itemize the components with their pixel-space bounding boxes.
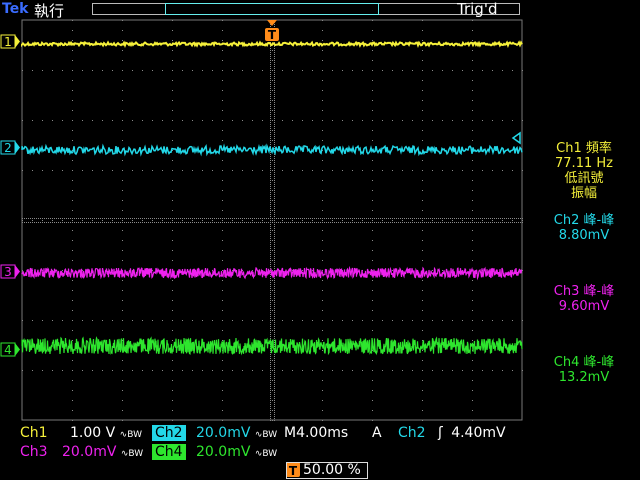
measurement-ch1-frequency: Ch1 頻率 77.11 Hz 低訊號 振幅 [528, 141, 640, 201]
channel-1-marker[interactable]: 1 [0, 34, 20, 49]
timebase-value: M4.00ms [284, 425, 349, 441]
measurement-ch2-peak-to-peak: Ch2 峰-峰 8.80mV [528, 213, 640, 243]
measurement-ch4-peak-to-peak: Ch4 峰-峰 13.2mV [528, 355, 640, 385]
scale-value: 1.00 V [70, 425, 116, 441]
measurement-value: 13.2mV [558, 370, 610, 385]
measurement-label: Ch4 峰-峰 [553, 355, 615, 370]
trigger-marker-label: T [268, 28, 277, 42]
channel-1-trace [21, 40, 523, 48]
trigger-level-marker[interactable] [511, 131, 521, 145]
trigger-position-marker[interactable]: T [265, 20, 279, 42]
svg-text:4: 4 [4, 343, 12, 357]
measurement-label: Ch3 峰-峰 [553, 284, 615, 299]
trigger-readout[interactable]: A Ch2 ʃ 4.40mV [372, 424, 506, 442]
measurement-value: 8.80mV [558, 228, 610, 243]
scale-value: 20.0mV [62, 444, 117, 460]
measurement-ch3-peak-to-peak: Ch3 峰-峰 9.60mV [528, 284, 640, 314]
measurement-note: 低訊號 [564, 171, 604, 186]
timebase-readout[interactable]: M4.00ms [284, 424, 348, 442]
trigger-source: Ch2 [398, 425, 426, 441]
channel-3-trace [21, 265, 523, 281]
channel-2-marker[interactable]: 2 [0, 140, 20, 155]
measurement-value: 77.11 Hz [555, 156, 613, 171]
trigger-position-readout[interactable]: 50.00 % [286, 462, 368, 479]
svg-text:1: 1 [4, 35, 12, 49]
channel-name: Ch1 [20, 425, 48, 441]
ch2-scale-readout[interactable]: Ch2 20.0mV ∿BW [152, 424, 277, 444]
trigger-position-value: 50.00 % [303, 462, 361, 478]
measurement-note: 振幅 [570, 186, 597, 201]
scale-value: 20.0mV [196, 444, 251, 460]
ch3-scale-readout[interactable]: Ch3 20.0mV ∿BW [20, 443, 143, 463]
bandwidth-limit-icon: ∿BW [254, 430, 278, 440]
ch4-scale-readout[interactable]: Ch4 20.0mV ∿BW [152, 443, 277, 463]
channel-4-marker[interactable]: 4 [0, 342, 20, 357]
channel-name: Ch3 [20, 444, 48, 460]
svg-text:3: 3 [4, 265, 12, 279]
ch1-scale-readout[interactable]: Ch1 1.00 V ∿BW [20, 424, 142, 444]
trigger-mode: A [372, 425, 382, 441]
bandwidth-limit-icon: ∿BW [120, 449, 144, 459]
channel-name: Ch4 [152, 444, 186, 460]
measurement-label: Ch2 峰-峰 [553, 213, 615, 228]
channel-name: Ch2 [152, 425, 186, 441]
measurement-value: 9.60mV [558, 299, 610, 314]
bandwidth-limit-icon: ∿BW [119, 430, 142, 440]
bandwidth-limit-icon: ∿BW [254, 449, 278, 459]
measurement-label: Ch1 頻率 [556, 141, 612, 156]
traces [21, 40, 523, 356]
channel-3-marker[interactable]: 3 [0, 264, 20, 279]
graticule [21, 19, 523, 421]
trigger-level: 4.40mV [451, 425, 506, 441]
channel-2-trace [21, 143, 523, 157]
trigger-slope-icon: ʃ [438, 425, 443, 441]
svg-text:2: 2 [4, 141, 12, 155]
scale-value: 20.0mV [196, 425, 251, 441]
